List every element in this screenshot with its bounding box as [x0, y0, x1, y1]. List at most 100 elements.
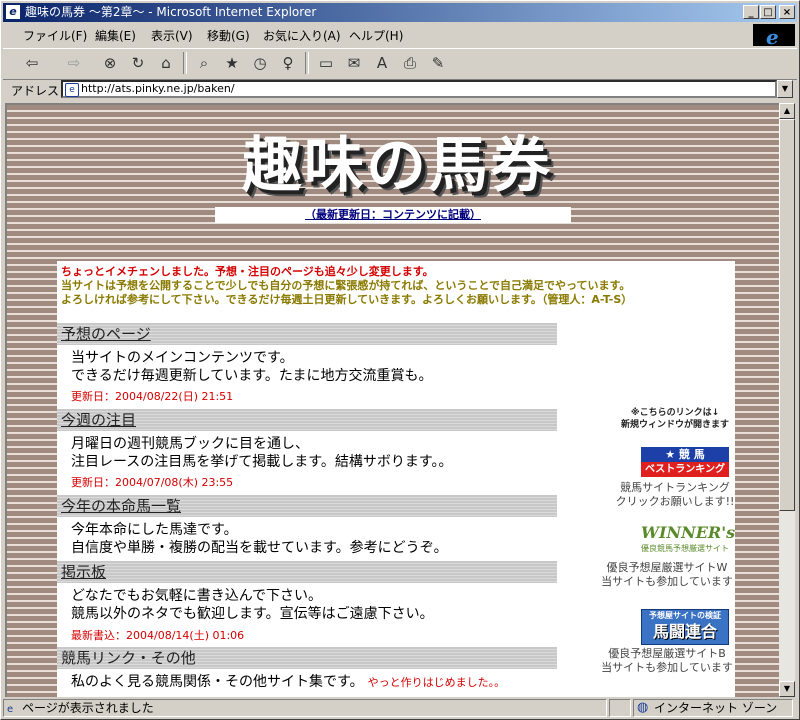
note-line: ※こちらのリンクは↓ [630, 408, 720, 418]
notice-line-2: よろしければ参考にして下さい。できるだけ毎週土日更新していきます。よろしくお願い… [61, 293, 633, 306]
page-viewport: 趣味の馬券 （最新更新日：コンテンツに記載） ちょっとイメチェンしました。予想・… [5, 103, 779, 697]
status-zone-cell: ◍ インターネット ゾーン [633, 699, 793, 717]
body-line: 当サイトのメインコンテンツです。 [71, 350, 294, 366]
ie-e-icon: e [766, 25, 779, 49]
status-cell [609, 699, 631, 717]
address-url: http://ats.pinky.ne.jp/baken/ [81, 82, 235, 95]
caption-line: クリックお願いします!! [615, 495, 735, 508]
menu-file[interactable]: ファイル(F) [23, 27, 87, 44]
maximize-button[interactable]: □ [760, 5, 776, 19]
toolbar: ⇦ ⇨ ⊗ ↻ ⌂ ⌕ ★ ◷ ♀ ▭ ✉ A ⎙ ✎ [3, 48, 797, 80]
update-date: 最新書込：2004/08/14(土) 01:06 [71, 629, 245, 642]
caption-line: 優良予想屋厳選サイトB [608, 647, 726, 660]
address-dropdown-icon[interactable]: ▼ [777, 80, 793, 98]
menu-help[interactable]: ヘルプ(H) [349, 27, 403, 44]
search-icon[interactable]: ⌕ [193, 53, 215, 73]
menu-view[interactable]: 表示(V) [151, 27, 193, 44]
font-size-icon[interactable]: A [371, 53, 393, 73]
caption-line: 当サイトも参加しています [601, 661, 733, 674]
winners-banner[interactable]: WINNER's 優良競馬予想厳選サイト [641, 523, 736, 559]
mail-icon[interactable]: ✉ [343, 53, 365, 73]
body-line: 注目レースの注目馬を挙げて掲載します。結構サボります。。 [71, 454, 453, 470]
favorites-icon[interactable]: ★ [221, 53, 243, 73]
new-window-note: ※こちらのリンクは↓ 新規ウィンドウが開きます [613, 407, 737, 431]
scroll-up-icon[interactable]: ▲ [779, 103, 795, 119]
notice-block: ちょっとイメチェンしました。予想・注目のページも追々少し変更します。 当サイトは… [61, 265, 737, 307]
fullscreen-icon[interactable]: ▭ [315, 53, 337, 73]
last-updated-link[interactable]: （最新更新日：コンテンツに記載） [215, 207, 571, 223]
ie-page-icon: e [6, 5, 20, 19]
status-text: ページが表示されました [22, 701, 154, 715]
forward-icon[interactable]: ⇨ [63, 53, 85, 73]
caption-line: 当サイトも参加しています [601, 575, 733, 588]
status-bar: e ページが表示されました ◍ インターネット ゾーン [3, 698, 797, 718]
address-bar: アドレス e http://ats.pinky.ne.jp/baken/ ▼ [3, 79, 797, 101]
minimize-button[interactable]: _ [743, 5, 759, 19]
banner-bottom: ベストランキング [641, 462, 729, 477]
history-icon[interactable]: ◷ [249, 53, 271, 73]
menu-favorites[interactable]: お気に入り(A) [263, 27, 341, 44]
ie-logo: e [753, 24, 795, 49]
update-date: 更新日：2004/07/08(木) 23:55 [71, 476, 234, 489]
home-icon[interactable]: ⌂ [155, 53, 177, 73]
channels-icon[interactable]: ♀ [277, 53, 299, 73]
section-yosou-link[interactable]: 予想のページ [57, 323, 557, 345]
keiba-ranking-banner[interactable]: ★ 競 馬 ベストランキング [641, 447, 729, 477]
print-icon[interactable]: ⎙ [399, 53, 421, 73]
window-title: 趣味の馬券 ～第2章～ - Microsoft Internet Explore… [25, 5, 317, 19]
update-date: 更新日：2004/08/22(日) 21:51 [71, 390, 234, 403]
section-honmei-link[interactable]: 今年の本命馬一覧 [57, 495, 557, 517]
body-line: 自信度や単勝・複勝の配当を載せています。参考にどうぞ。 [71, 540, 448, 556]
vertical-scrollbar[interactable]: ▲ ▼ [779, 103, 795, 697]
note-line: 新規ウィンドウが開きます [620, 420, 729, 430]
menu-edit[interactable]: 編集(E) [95, 27, 136, 44]
scroll-thumb[interactable] [779, 119, 795, 511]
body-line: できるだけ毎週更新しています。たまに地方交流重賞も。 [71, 368, 433, 384]
menu-go[interactable]: 移動(G) [207, 27, 250, 44]
banner-top: ★ 競 馬 [641, 447, 729, 462]
body-line: 今年本命にした馬達です。 [71, 522, 238, 538]
close-button[interactable]: × [779, 5, 795, 19]
section-body: 今年本命にした馬達です。 自信度や単勝・複勝の配当を載せています。参考にどうぞ。 [71, 521, 448, 557]
section-body: 私のよく見る競馬関係・その他サイト集です。 やっと作りはじめました。。 [71, 673, 505, 692]
main-content: ちょっとイメチェンしました。予想・注目のページも追々少し変更します。 当サイトは… [57, 261, 735, 697]
back-icon[interactable]: ⇦ [21, 53, 43, 73]
bato-caption: 優良予想屋厳選サイトB 当サイトも参加しています [597, 647, 737, 675]
address-label: アドレス [11, 84, 60, 98]
notice-line-1: 当サイトは予想を公開することで少しでも自分の予想に緊張感が持てれば、ということで… [61, 279, 631, 292]
bato-rengo-banner[interactable]: 予想屋サイトの検証 馬闘連合 [641, 609, 729, 645]
section-links-title: 競馬リンク・その他 [57, 647, 557, 669]
stop-icon[interactable]: ⊗ [99, 53, 121, 73]
section-chumoku-link[interactable]: 今週の注目 [57, 409, 557, 431]
section-bbs-link[interactable]: 掲示板 [57, 561, 557, 583]
ranking-caption: 競馬サイトランキング クリックお願いします!! [613, 481, 737, 509]
globe-icon: ◍ [637, 700, 649, 715]
menu-bar: ファイル(F) 編集(E) 表示(V) 移動(G) お気に入り(A) ヘルプ(H… [3, 23, 751, 47]
caption-line: 競馬サイトランキング [620, 481, 730, 494]
section-body: どなたでもお気軽に書き込んで下さい。 競馬以外のネタでも歓迎します。宣伝等はご遠… [71, 587, 434, 623]
section-body: 当サイトのメインコンテンツです。 できるだけ毎週更新しています。たまに地方交流重… [71, 349, 432, 385]
refresh-icon[interactable]: ↻ [127, 53, 149, 73]
body-line: 月曜日の週刊競馬ブックに目を通し、 [71, 436, 309, 452]
site-logo: 趣味の馬券 [242, 131, 552, 201]
bato-title: 馬闘連合 [652, 622, 717, 641]
notice-red: ちょっとイメチェンしました。予想・注目のページも追々少し変更します。 [61, 265, 434, 278]
page-icon: e [65, 83, 79, 97]
section-body: 月曜日の週刊競馬ブックに目を通し、 注目レースの注目馬を挙げて掲載します。結構サ… [71, 435, 453, 471]
links-extra-note: やっと作りはじめました。。 [367, 676, 506, 689]
status-page-icon: e [7, 704, 14, 715]
address-input[interactable]: e http://ats.pinky.ne.jp/baken/ [61, 80, 777, 98]
status-text-cell: e ページが表示されました [3, 699, 607, 717]
bato-sub: 予想屋サイトの検証 [649, 611, 721, 620]
scroll-down-icon[interactable]: ▼ [779, 681, 795, 697]
winners-title: WINNER's [641, 523, 736, 542]
browser-window: e 趣味の馬券 ～第2章～ - Microsoft Internet Explo… [0, 0, 800, 720]
toolbar-separator [183, 52, 187, 74]
title-bar: e 趣味の馬券 ～第2章～ - Microsoft Internet Explo… [3, 3, 797, 22]
body-line: どなたでもお気軽に書き込んで下さい。 [71, 588, 323, 604]
body-line: 私のよく見る競馬関係・その他サイト集です。 [71, 674, 364, 690]
edit-icon[interactable]: ✎ [427, 53, 449, 73]
winners-sub: 優良競馬予想厳選サイト [641, 544, 729, 553]
body-line: 競馬以外のネタでも歓迎します。宣伝等はご遠慮下さい。 [71, 606, 434, 622]
zone-text: インターネット ゾーン [654, 701, 778, 715]
